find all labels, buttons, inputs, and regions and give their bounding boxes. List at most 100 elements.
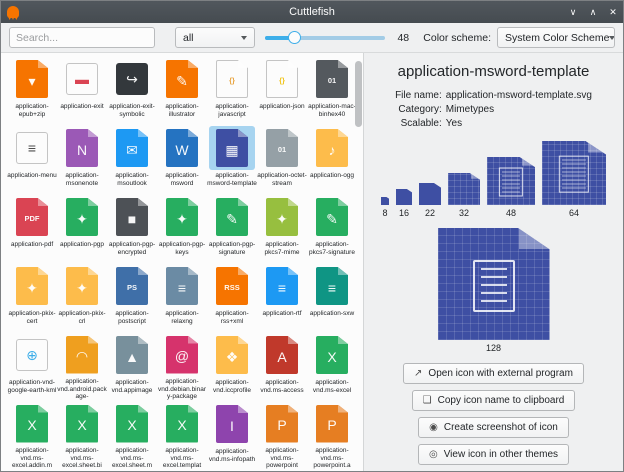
icon-grid-item[interactable]: RSSapplication-rss+xml [207,262,257,331]
application-vnd.ms-powerpoint.a-icon: P [309,402,355,445]
application-vnd.ms-excel.sheet.m-icon: X [109,402,155,445]
size-preview-32[interactable]: 32 [448,173,480,218]
screenshot-button[interactable]: ◉ Create screenshot of icon [418,417,569,438]
icon-grid-item[interactable]: 01 application-mac-binhex40 [307,55,357,124]
icon-grid-item[interactable]: Aapplication-vnd.ms-access [257,331,307,400]
category-value: Mimetypes [446,104,592,115]
icon-grid-item[interactable]: PSapplication-postscript [107,262,157,331]
icon-grid-item[interactable]: ✦application-pgp-keys [157,193,207,262]
toolbar: all 48 Color scheme: System Color Scheme [1,23,623,53]
icon-grid-item[interactable]: Xapplication-vnd.ms-excel [307,331,357,400]
icon-grid-item[interactable]: {}application-javascript [207,55,257,124]
large-preview-wrap: 128 [438,228,550,353]
icon-grid-item[interactable]: ❖application-vnd.iccprofile [207,331,257,400]
button-label: Create screenshot of icon [444,422,558,433]
cuttlefish-window: Cuttlefish ∨ ∧ ✕ all 48 Color scheme: Sy… [0,0,624,472]
view-themes-button[interactable]: ◎View icon in other themes [418,444,569,465]
color-scheme-select[interactable]: System Color Scheme [497,27,615,48]
icon-grid-item[interactable]: ✎application-illustrator [157,55,207,124]
file-name-value: application-msword-template.svg [446,90,592,101]
icon-grid-item[interactable]: Iapplication-vnd.ms-infopath [207,400,257,469]
icon-grid-item[interactable]: PDFapplication-pdf [7,193,57,262]
icon-label: application-vnd.ms-excel.addin.m [7,447,57,469]
icon-grid-item[interactable]: ✎application-pkcs7-signature [307,193,357,262]
application-pkix-crl-icon: ✦ [59,264,105,308]
copy-name-button[interactable]: ❏Copy icon name to clipboard [412,390,576,411]
icon-label: application-vnd.ms-powerpoint [257,447,307,469]
application-illustrator-icon: ✎ [159,57,205,101]
size-preview-16[interactable]: 16 [396,189,412,218]
size-preview-48[interactable]: 48 [487,157,535,218]
application-sxw-icon: ≡ [309,264,355,308]
size-preview-22[interactable]: 22 [419,183,441,218]
application-vnd.debian.binary-package-icon: @ [159,333,205,376]
slider-track [265,36,385,40]
icon-grid-item[interactable]: Napplication-msonenote [57,124,107,193]
application-pgp-encrypted-icon: ■ [109,195,155,239]
copy-icon: ❏ [423,396,432,406]
icon-grid-item[interactable]: @application-vnd.debian.binary-package [157,331,207,400]
scrollbar-thumb[interactable] [355,61,362,127]
search-input[interactable] [9,27,155,48]
size-preview-64[interactable]: 64 [542,141,606,218]
icon-grid-item[interactable]: {}application-json [257,55,307,124]
icon-label: application-pgp-keys [157,241,207,256]
size-label: 22 [425,208,435,218]
icon-grid-item[interactable]: ♪application-ogg [307,124,357,193]
maximize-icon[interactable]: ∧ [583,1,603,23]
icon-grid-item[interactable]: ▦application-msword-template [207,124,257,193]
application-pkix-cert-icon: ✦ [9,264,55,308]
icon-grid-item[interactable]: ≡application-relaxng [157,262,207,331]
preview-icon [419,183,441,205]
icon-grid-item[interactable]: ■application-pgp-encrypted [107,193,157,262]
icon-label: application-msword [157,172,207,187]
open-external-button[interactable]: ↗Open icon with external program [403,363,584,384]
icon-grid-item[interactable]: ✦application-pgp [57,193,107,262]
titlebar[interactable]: Cuttlefish ∨ ∧ ✕ [1,1,623,23]
minimize-icon[interactable]: ∨ [563,1,583,23]
large-icon-preview[interactable] [438,228,550,340]
icon-grid-item[interactable]: ↪application-exit-symbolic [107,55,157,124]
icon-grid-item[interactable]: ≡application-rtf [257,262,307,331]
icon-grid-item[interactable]: Papplication-vnd.ms-powerpoint.a [307,400,357,469]
icon-label: application-pkcs7-mime [257,241,307,256]
icon-label: application-epub+zip [7,103,57,118]
icon-grid-item[interactable]: ≡application-menu [7,124,57,193]
icon-grid-item[interactable]: Xapplication-vnd.ms-excel.templat [157,400,207,469]
icon-grid-item[interactable]: ◠application-vnd.android.package- [57,331,107,400]
icon-grid-item[interactable]: ✦application-pkcs7-mime [257,193,307,262]
close-icon[interactable]: ✕ [603,1,623,23]
camera-icon: ◉ [429,423,438,433]
icon-grid-item[interactable]: ▲application-vnd.appimage [107,331,157,400]
icon-grid-item[interactable]: ✦application-pkix-crl [57,262,107,331]
window-controls: ∨ ∧ ✕ [563,1,623,23]
file-name-label: File name: [395,90,442,101]
icon-grid-item[interactable]: ≡application-sxw [307,262,357,331]
icon-label: application-mac-binhex40 [307,103,357,118]
icon-grid-item[interactable]: ▬application-exit [57,55,107,124]
icon-grid-item[interactable]: ✉application-msoutlook [107,124,157,193]
icon-label: application-vnd.ms-powerpoint.a [307,447,357,469]
icon-size-slider[interactable] [265,28,385,48]
application-rss+xml-icon: RSS [209,264,255,308]
icon-grid-item[interactable]: ✎application-pgp-signature [207,193,257,262]
icon-grid-item[interactable]: Xapplication-vnd.ms-excel.addin.m [7,400,57,469]
size-label: 48 [506,208,516,218]
icon-grid-item[interactable]: 01application-octet-stream [257,124,307,193]
application-vnd.ms-infopath-icon: I [209,402,255,446]
category-select[interactable]: all [175,27,255,48]
icon-grid-item[interactable]: ⊕application-vnd-google-earth-kml [7,331,57,400]
size-preview-8[interactable]: 8 [381,197,389,218]
color-scheme-label: Color scheme: [423,32,491,44]
icon-grid-item[interactable]: Wapplication-msword [157,124,207,193]
size-previews: 8 16 22 32 48 64 [381,141,606,218]
slider-handle[interactable] [288,31,301,44]
window-title: Cuttlefish [289,6,335,18]
icon-grid-item[interactable]: ✦application-pkix-cert [7,262,57,331]
icon-grid-item[interactable]: Xapplication-vnd.ms-excel.sheet.m [107,400,157,469]
application-mac-binhex40-icon: 01 [309,57,355,101]
icon-grid-item[interactable]: ▾application-epub+zip [7,55,57,124]
application-exit-symbolic-icon: ↪ [109,57,155,101]
icon-grid-item[interactable]: Xapplication-vnd.ms-excel.sheet.bi [57,400,107,469]
icon-grid-item[interactable]: Papplication-vnd.ms-powerpoint [257,400,307,469]
